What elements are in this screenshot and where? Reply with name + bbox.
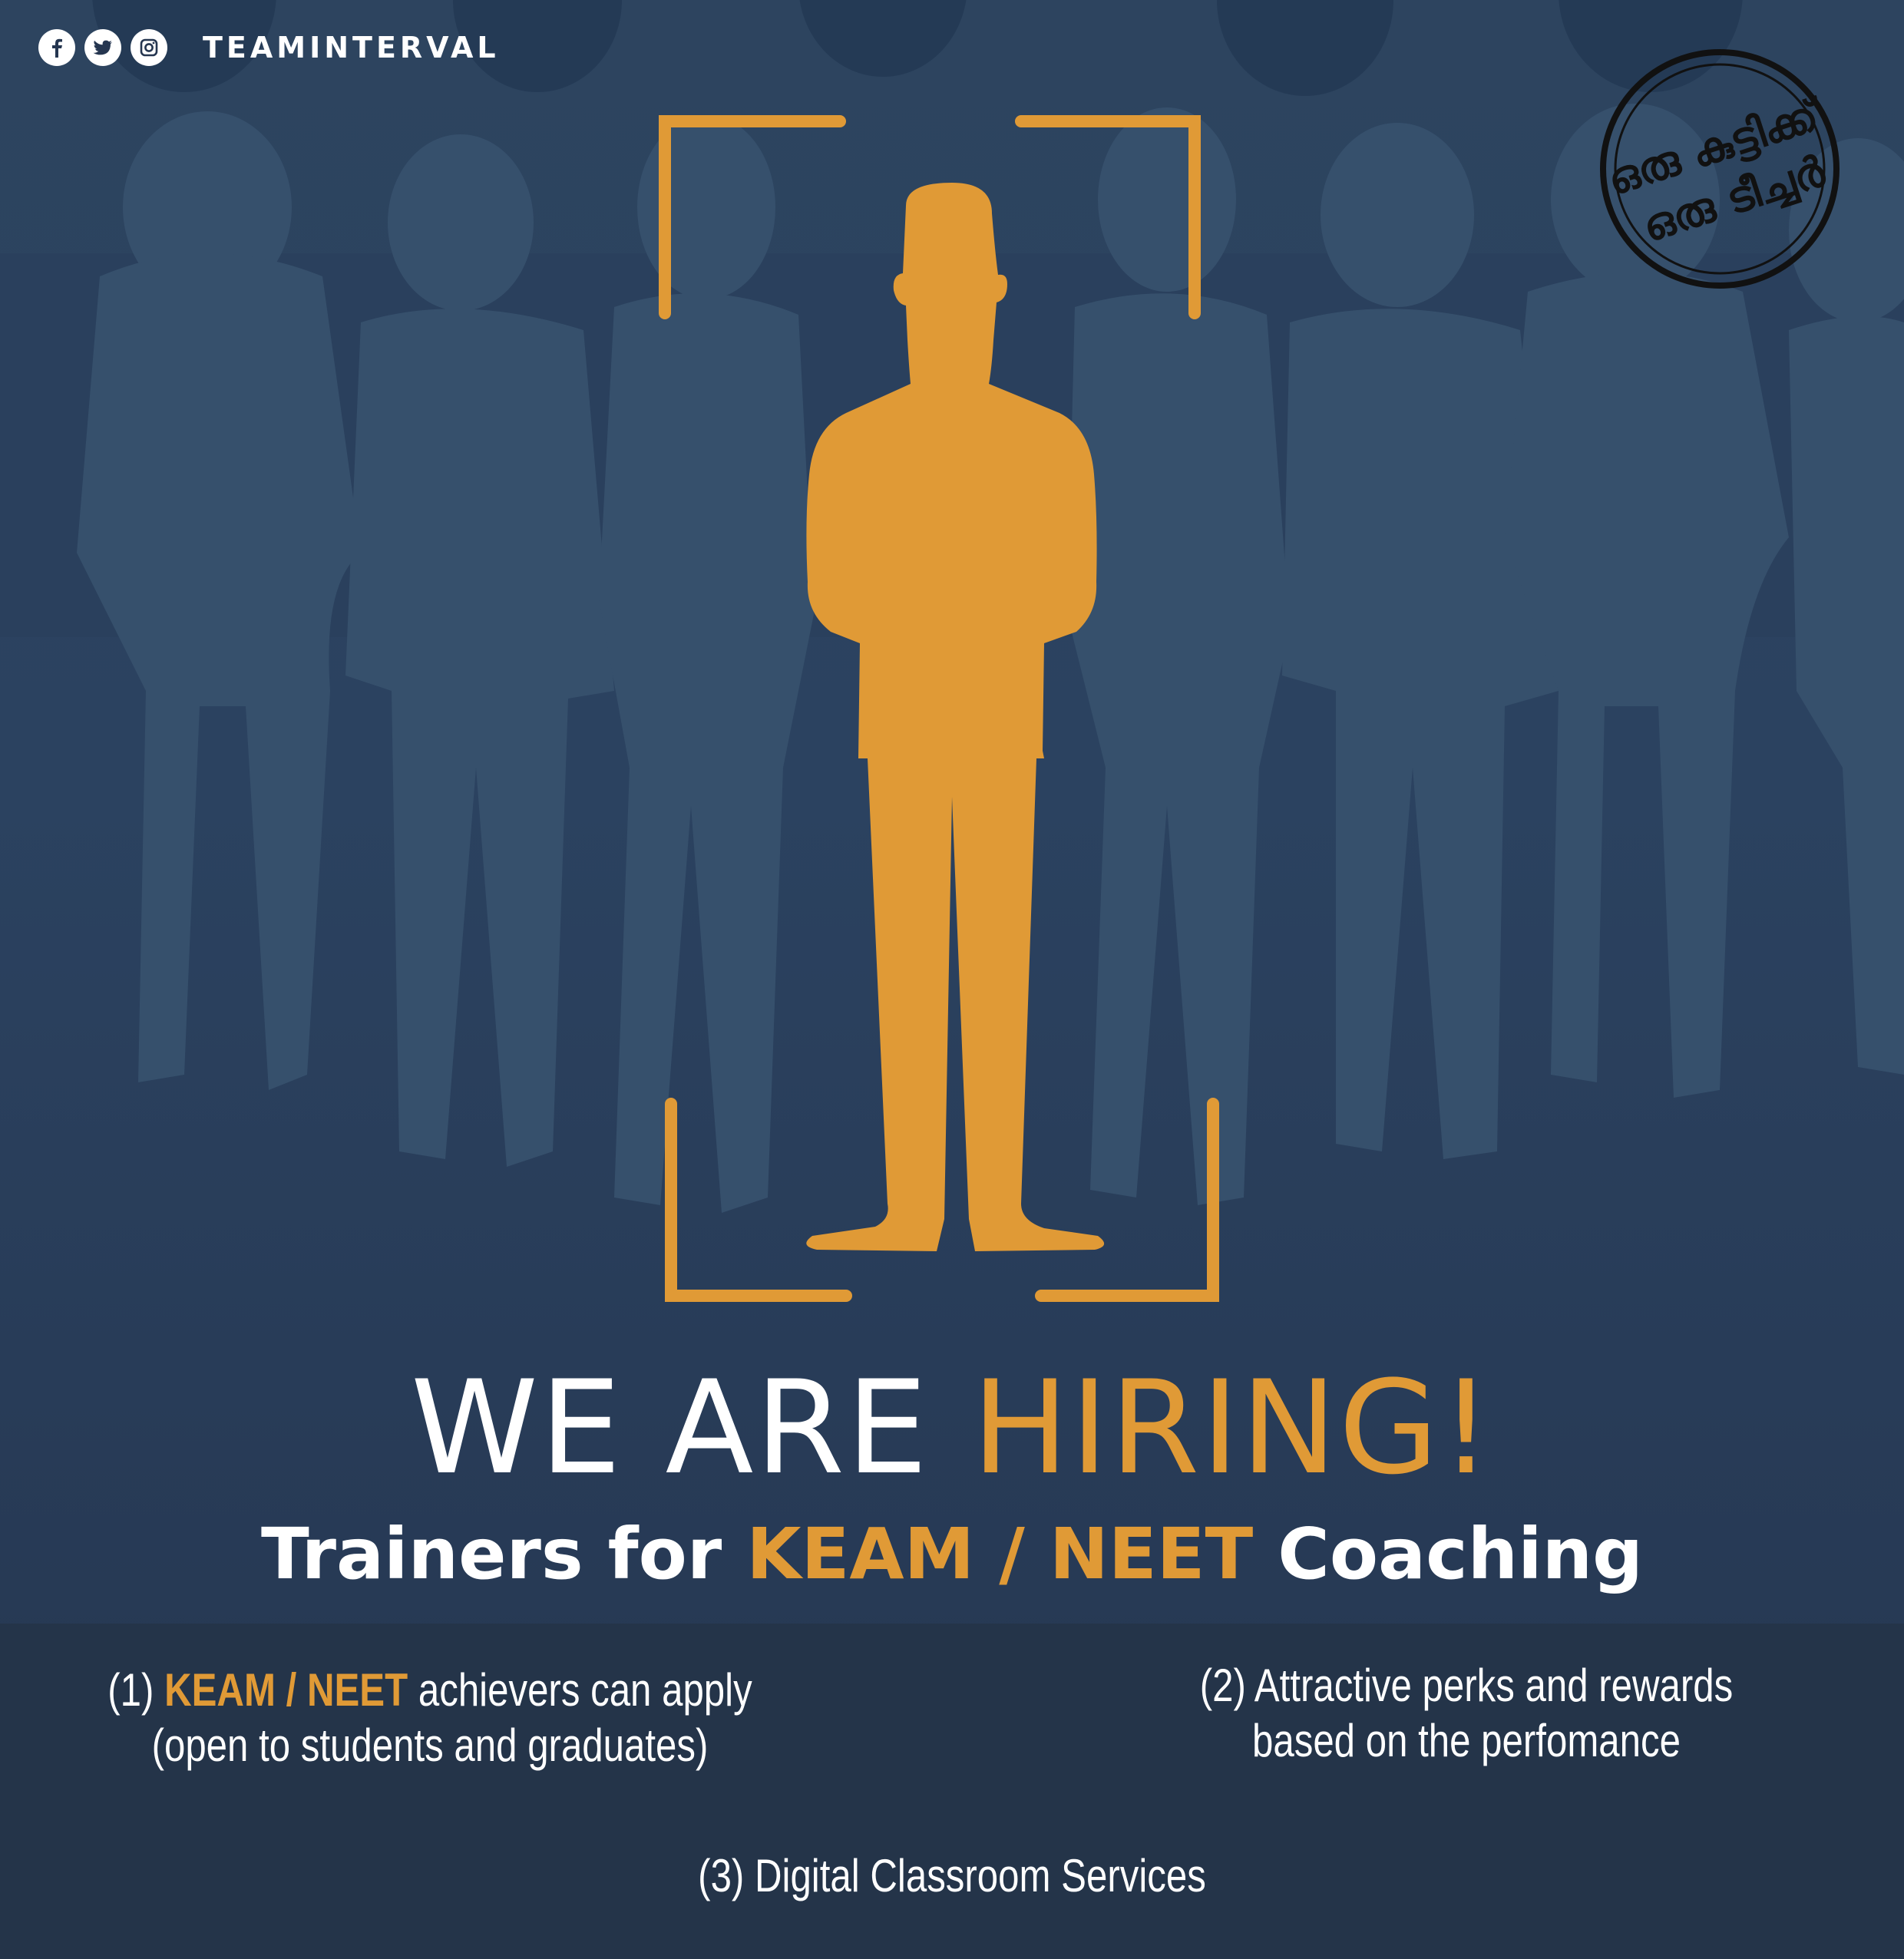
subheadline: Trainers for KEAM / NEET Coaching — [0, 1512, 1904, 1597]
point-2: (2) Attractive perks and rewards based o… — [1164, 1658, 1768, 1769]
point-1: (1) KEAM / NEET achievers can apply (ope… — [103, 1663, 758, 1773]
subheadline-highlight: KEAM / NEET — [746, 1513, 1254, 1595]
hiring-poster: TEAMINTERVAL ഒരു കുട്ടിക്ക് ഒരു ടീച്ചർ W… — [0, 0, 1904, 1959]
point-1-highlight: KEAM / NEET — [164, 1664, 408, 1716]
brand-name: TEAMINTERVAL — [203, 31, 500, 64]
highlighted-person-silhouette — [806, 183, 1105, 1251]
point-1-line2: (open to students and graduates) — [151, 1719, 709, 1771]
social-icons — [38, 29, 167, 66]
point-2-line2: based on the perfomance — [1251, 1715, 1681, 1766]
facebook-icon[interactable] — [38, 29, 75, 66]
subheadline-prefix: Trainers for — [260, 1513, 747, 1595]
subheadline-suffix: Coaching — [1253, 1513, 1644, 1595]
headline: WE ARE HIRING! — [0, 1359, 1904, 1497]
malayalam-stamp: ഒരു കുട്ടിക്ക് ഒരു ടീച്ചർ — [1600, 49, 1840, 289]
point-3: (3) Digital Classroom Services — [637, 1848, 1267, 1904]
point-1-num: (1) — [107, 1664, 165, 1716]
point-3-line1: (3) Digital Classroom Services — [698, 1850, 1206, 1901]
headline-part1: WE ARE — [410, 1353, 972, 1503]
point-1-text: achievers can apply — [408, 1664, 752, 1716]
headline-part2: HIRING! — [971, 1353, 1494, 1503]
point-2-line1: (2) Attractive perks and rewards — [1199, 1660, 1734, 1711]
instagram-icon[interactable] — [131, 29, 167, 66]
twitter-icon[interactable] — [84, 29, 121, 66]
